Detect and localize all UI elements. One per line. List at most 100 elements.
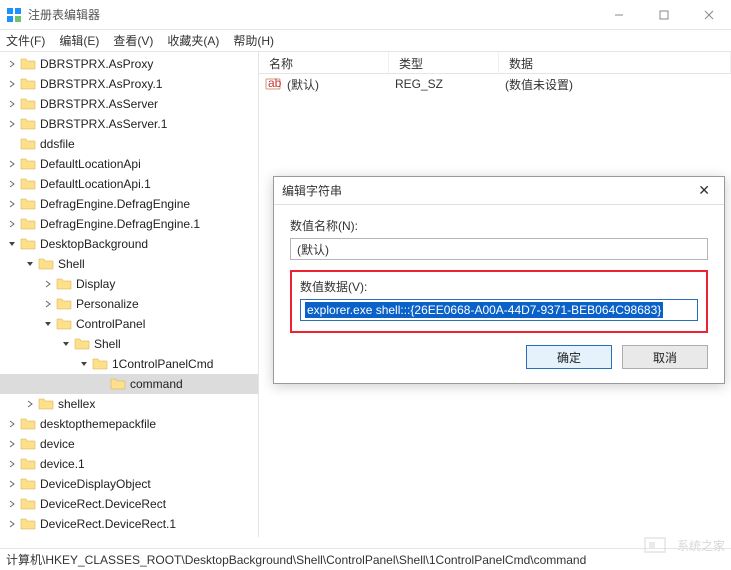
collapse-icon[interactable]: [24, 258, 36, 270]
col-data[interactable]: 数据: [499, 52, 731, 73]
folder-icon: [20, 217, 36, 231]
tree-item[interactable]: device.1: [0, 454, 258, 474]
string-value-icon: ab: [265, 76, 281, 92]
expand-icon[interactable]: [6, 78, 18, 90]
registry-tree[interactable]: DBRSTPRX.AsProxy DBRSTPRX.AsProxy.1 DBRSTP…: [0, 52, 259, 537]
tree-item[interactable]: DBRSTPRX.AsServer: [0, 94, 258, 114]
expand-icon[interactable]: [6, 438, 18, 450]
folder-icon: [20, 197, 36, 211]
tree-item[interactable]: DeviceRect.DeviceRect.1: [0, 514, 258, 534]
folder-icon: [20, 517, 36, 531]
menu-edit[interactable]: 编辑(E): [59, 32, 99, 49]
close-button[interactable]: [686, 1, 731, 29]
expand-icon[interactable]: [24, 398, 36, 410]
folder-icon: [20, 97, 36, 111]
expand-icon[interactable]: [6, 418, 18, 430]
edit-string-dialog: 编辑字符串 ✕ 数值名称(N): 数值数据(V): explorer.exe s…: [273, 176, 725, 384]
tree-item[interactable]: Shell: [0, 334, 258, 354]
menu-favorites[interactable]: 收藏夹(A): [167, 32, 219, 49]
value-type: REG_SZ: [389, 77, 499, 91]
expand-icon[interactable]: [6, 518, 18, 530]
tree-item-label: DefragEngine.DefragEngine: [40, 197, 190, 211]
tree-item[interactable]: DesktopBackground: [0, 234, 258, 254]
tree-item-label: device: [40, 437, 75, 451]
expand-icon[interactable]: [6, 58, 18, 70]
tree-item[interactable]: Shell: [0, 254, 258, 274]
value-data: (数值未设置): [499, 76, 731, 93]
status-path: 计算机\HKEY_CLASSES_ROOT\DesktopBackground\…: [6, 551, 586, 568]
expand-icon[interactable]: [6, 218, 18, 230]
menu-help[interactable]: 帮助(H): [233, 32, 274, 49]
expand-icon[interactable]: [6, 98, 18, 110]
tree-item[interactable]: desktopthemepackfile: [0, 414, 258, 434]
expand-icon[interactable]: [6, 118, 18, 130]
expand-icon[interactable]: [6, 178, 18, 190]
tree-item[interactable]: Display: [0, 274, 258, 294]
tree-item[interactable]: DBRSTPRX.AsServer.1: [0, 114, 258, 134]
tree-item[interactable]: DefaultLocationApi.1: [0, 174, 258, 194]
expand-icon[interactable]: [6, 458, 18, 470]
menu-bar: 文件(F) 编辑(E) 查看(V) 收藏夹(A) 帮助(H): [0, 30, 731, 52]
tree-item-label: DBRSTPRX.AsServer.1: [40, 117, 167, 131]
ok-button[interactable]: 确定: [526, 345, 612, 369]
tree-item[interactable]: DefragEngine.DefragEngine.1: [0, 214, 258, 234]
tree-item[interactable]: ddsfile: [0, 134, 258, 154]
tree-item[interactable]: DeviceRect.DeviceRect: [0, 494, 258, 514]
expand-icon[interactable]: [6, 158, 18, 170]
value-data-text: explorer.exe shell:::{26EE0668-A00A-44D7…: [305, 302, 663, 318]
menu-file[interactable]: 文件(F): [6, 32, 45, 49]
dialog-close-button[interactable]: ✕: [692, 182, 716, 199]
value-data-input[interactable]: explorer.exe shell:::{26EE0668-A00A-44D7…: [300, 299, 698, 321]
folder-icon: [20, 137, 36, 151]
expand-icon[interactable]: [42, 278, 54, 290]
tree-item[interactable]: 1ControlPanelCmd: [0, 354, 258, 374]
tree-item[interactable]: DBRSTPRX.AsProxy: [0, 54, 258, 74]
tree-item-label: DeviceRect.DeviceRect: [40, 497, 166, 511]
folder-icon: [20, 77, 36, 91]
collapse-icon[interactable]: [42, 318, 54, 330]
no-expand-icon: [6, 138, 18, 150]
expand-icon[interactable]: [6, 198, 18, 210]
folder-icon: [20, 417, 36, 431]
minimize-button[interactable]: [596, 1, 641, 29]
maximize-button[interactable]: [641, 1, 686, 29]
folder-icon: [20, 117, 36, 131]
collapse-icon[interactable]: [60, 338, 72, 350]
svg-text:ab: ab: [268, 76, 281, 90]
status-bar: 计算机\HKEY_CLASSES_ROOT\DesktopBackground\…: [0, 548, 731, 570]
tree-item[interactable]: DefragEngine.DefragEngine: [0, 194, 258, 214]
value-name: (默认): [281, 76, 389, 93]
expand-icon[interactable]: [42, 298, 54, 310]
tree-item[interactable]: device: [0, 434, 258, 454]
tree-item[interactable]: DefaultLocationApi: [0, 154, 258, 174]
col-name[interactable]: 名称: [259, 52, 389, 73]
tree-item[interactable]: command: [0, 374, 258, 394]
tree-item[interactable]: Personalize: [0, 294, 258, 314]
collapse-icon[interactable]: [6, 238, 18, 250]
col-type[interactable]: 类型: [389, 52, 499, 73]
tree-item-label: Shell: [58, 257, 85, 271]
highlighted-section: 数值数据(V): explorer.exe shell:::{26EE0668-…: [290, 270, 708, 333]
menu-view[interactable]: 查看(V): [113, 32, 153, 49]
folder-icon: [20, 457, 36, 471]
tree-item-label: DeviceRect.DeviceRect.1: [40, 517, 176, 531]
value-name-input[interactable]: [290, 238, 708, 260]
folder-icon: [56, 297, 72, 311]
tree-item[interactable]: shellex: [0, 394, 258, 414]
value-row[interactable]: ab (默认) REG_SZ (数值未设置): [259, 74, 731, 94]
collapse-icon[interactable]: [78, 358, 90, 370]
tree-item-label: DBRSTPRX.AsServer: [40, 97, 158, 111]
window-titlebar: 注册表编辑器: [0, 0, 731, 30]
tree-item-label: DBRSTPRX.AsProxy.1: [40, 77, 162, 91]
window-title: 注册表编辑器: [28, 6, 596, 23]
tree-item-label: desktopthemepackfile: [40, 417, 156, 431]
tree-item-label: DBRSTPRX.AsProxy: [40, 57, 153, 71]
tree-item-label: Display: [76, 277, 115, 291]
tree-item[interactable]: ControlPanel: [0, 314, 258, 334]
folder-icon: [92, 357, 108, 371]
cancel-button[interactable]: 取消: [622, 345, 708, 369]
tree-item[interactable]: DBRSTPRX.AsProxy.1: [0, 74, 258, 94]
expand-icon[interactable]: [6, 478, 18, 490]
expand-icon[interactable]: [6, 498, 18, 510]
tree-item[interactable]: DeviceDisplayObject: [0, 474, 258, 494]
